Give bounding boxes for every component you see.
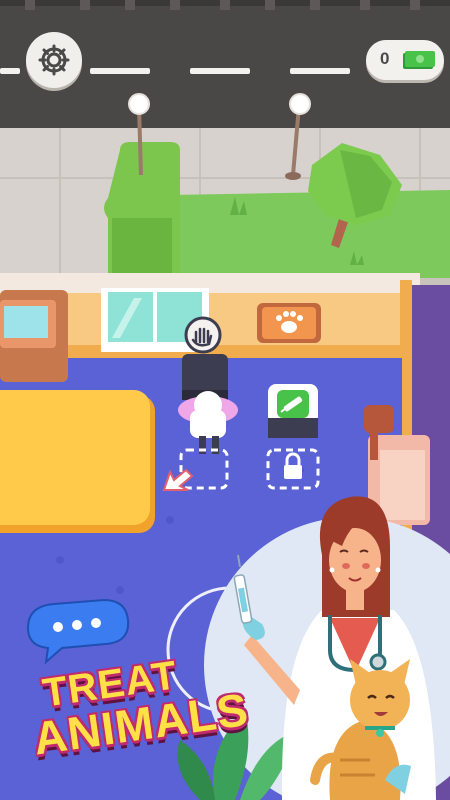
grass-patch — [170, 190, 450, 278]
banknote-icon — [403, 51, 435, 69]
cash-value: 0 — [380, 49, 390, 68]
cabinet — [0, 290, 68, 382]
paw-sign — [257, 303, 321, 343]
clinic-wall-top — [0, 273, 420, 293]
hand-icon[interactable] — [184, 316, 222, 354]
gear-icon — [38, 44, 70, 76]
settings-button[interactable] — [26, 32, 82, 88]
syringe-station[interactable] — [268, 384, 318, 438]
cash-counter: 0 — [366, 40, 444, 80]
